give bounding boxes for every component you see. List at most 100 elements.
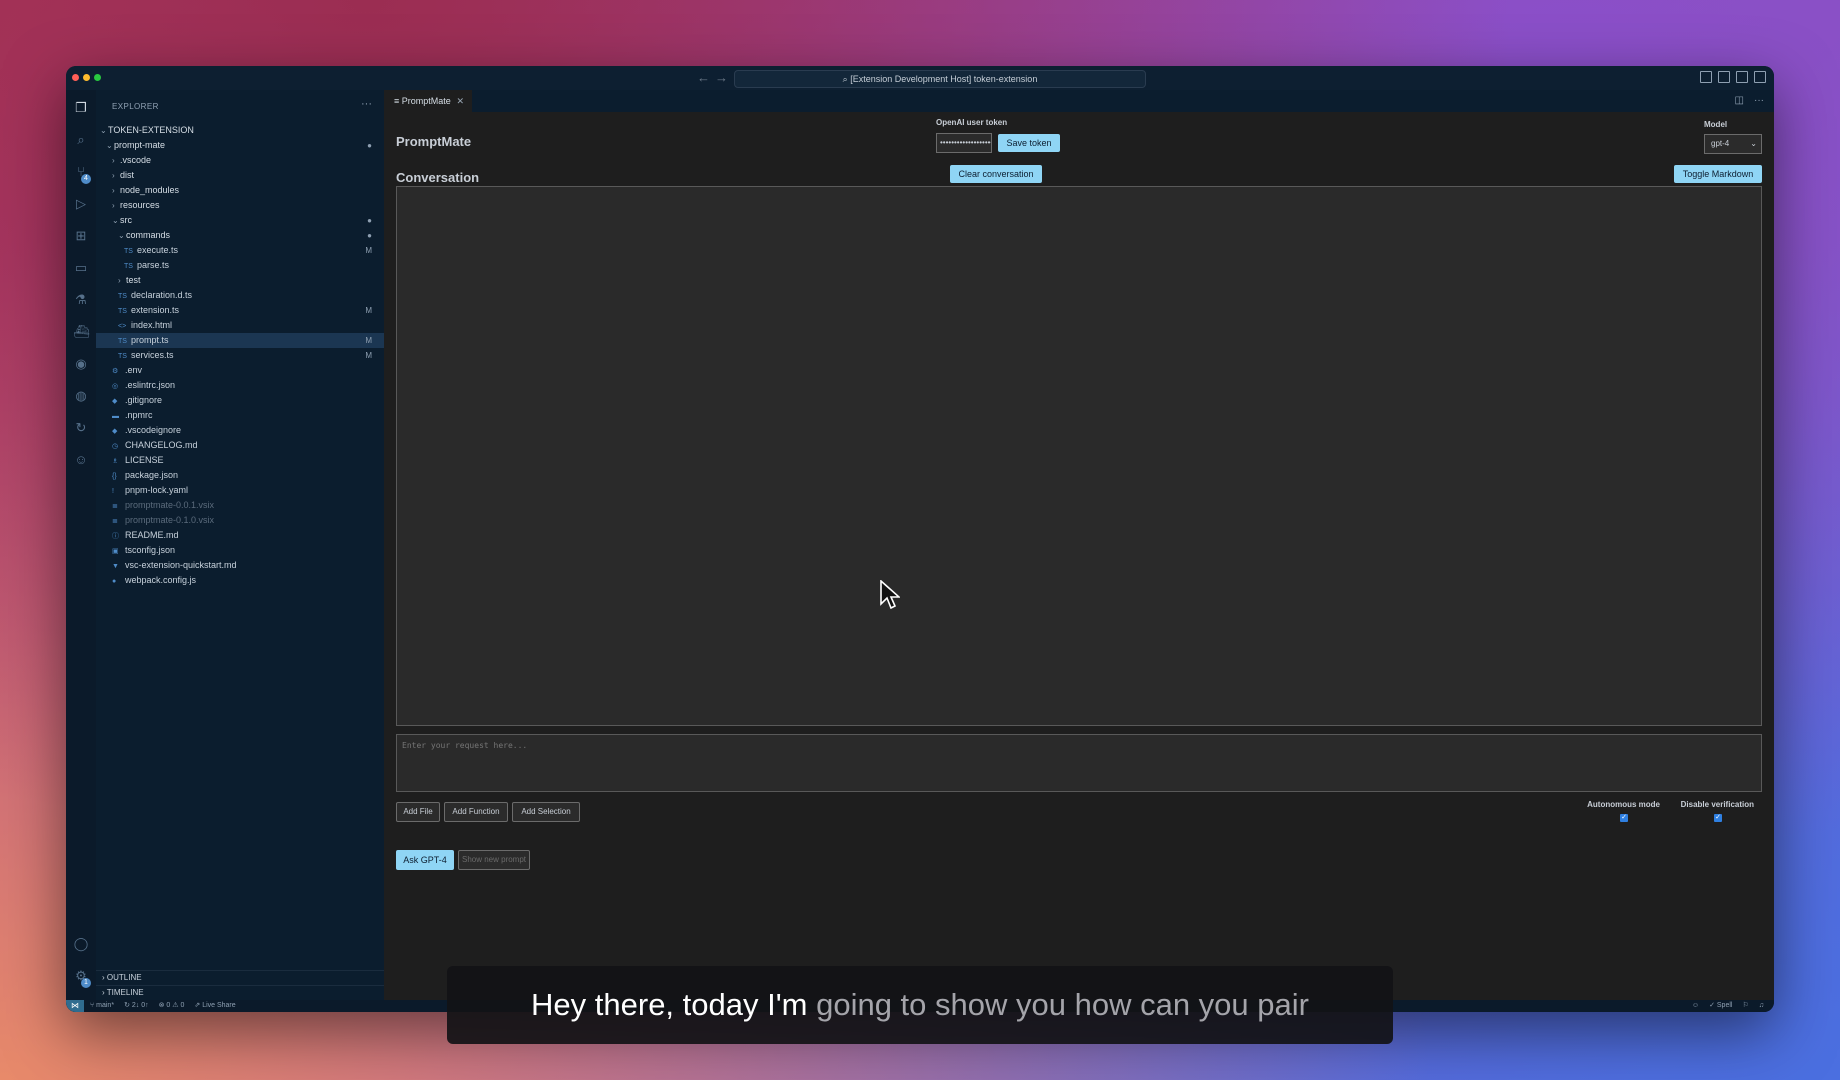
tree-file[interactable]: ⚙ .env <box>96 363 384 378</box>
timeline-section[interactable]: › TIMELINE <box>96 985 384 999</box>
spell-status[interactable]: ✓ Spell <box>1709 1000 1732 1012</box>
files-icon[interactable]: ❐ <box>73 100 89 116</box>
command-center-search[interactable]: ⌕ [Extension Development Host] token-ext… <box>734 70 1146 88</box>
tree-folder[interactable]: ⌄src ● <box>96 213 384 228</box>
tree-file[interactable]: TS execute.ts M <box>96 243 384 258</box>
tree-folder[interactable]: › .vscode <box>96 153 384 168</box>
tree-file[interactable]: TS prompt.ts M <box>96 333 384 348</box>
file-type-icon: TS <box>118 338 127 345</box>
tree-folder[interactable]: › resources <box>96 198 384 213</box>
run-debug-icon[interactable]: ▷ <box>73 196 89 212</box>
forward-arrow-icon[interactable]: → <box>715 70 728 85</box>
layout-controls <box>1700 71 1766 83</box>
tree-file[interactable]: ● webpack.config.js <box>96 573 384 588</box>
tree-file[interactable]: ◆ .gitignore <box>96 393 384 408</box>
workspace-root[interactable]: ⌄TOKEN-EXTENSION <box>96 123 384 138</box>
tree-item-label: .vscode <box>120 155 152 165</box>
toggle-secondary-sidebar-icon[interactable] <box>1736 71 1748 83</box>
tab-promptmate[interactable]: ≡ PromptMate ✕ <box>384 90 472 112</box>
tree-file[interactable]: <> index.html <box>96 318 384 333</box>
add-function-button[interactable]: Add Function <box>444 802 508 822</box>
feedback-icon[interactable]: ⚐ <box>1742 1000 1748 1012</box>
remote-indicator-icon[interactable]: ⋈ <box>66 1000 84 1012</box>
github-icon[interactable]: ◍ <box>73 388 89 404</box>
model-select[interactable]: gpt-4 ⌄ <box>1704 134 1762 154</box>
tree-folder[interactable]: › test <box>96 273 384 288</box>
chevron-right-icon: › <box>112 171 115 180</box>
tree-file[interactable]: ◆ .vscodeignore <box>96 423 384 438</box>
toggle-markdown-button[interactable]: Toggle Markdown <box>1674 165 1762 183</box>
show-new-prompt-button[interactable]: Show new prompt <box>458 850 530 870</box>
extensions-icon[interactable]: ⊞ <box>73 228 89 244</box>
branch-status[interactable]: ⑂ main* <box>90 1000 114 1012</box>
disable-verification-checkbox[interactable]: ✓ <box>1714 814 1722 822</box>
tree-file[interactable]: ▬ .npmrc <box>96 408 384 423</box>
request-input[interactable] <box>396 734 1762 792</box>
account-icon[interactable]: ◯ <box>73 936 89 952</box>
testing-flask-icon[interactable]: ⚗ <box>73 292 89 308</box>
live-share-icon[interactable]: ↻ <box>73 420 89 436</box>
add-selection-button[interactable]: Add Selection <box>512 802 580 822</box>
file-type-icon: ▬ <box>112 413 119 420</box>
tree-folder[interactable]: › node_modules <box>96 183 384 198</box>
copilot-status-icon[interactable]: ☺ <box>1692 1000 1699 1012</box>
tree-file[interactable]: ◎ .eslintrc.json <box>96 378 384 393</box>
tree-folder[interactable]: ⌄commands ● <box>96 228 384 243</box>
preview-icon: ≡ <box>394 96 402 106</box>
tree-file[interactable]: TS declaration.d.ts <box>96 288 384 303</box>
split-editor-icon[interactable]: ◫ <box>1735 95 1744 106</box>
add-file-button[interactable]: Add File <box>396 802 440 822</box>
problems-status[interactable]: ⊗ 0 ⚠ 0 <box>159 1000 185 1012</box>
tree-item-label: tsconfig.json <box>125 545 176 555</box>
minimize-window-button[interactable] <box>83 74 90 81</box>
tree-file[interactable]: ♗ LICENSE <box>96 453 384 468</box>
search-icon[interactable]: ⌕ <box>73 132 89 148</box>
toggle-primary-sidebar-icon[interactable] <box>1700 71 1712 83</box>
file-type-icon: ≣ <box>112 503 118 510</box>
autonomous-mode-checkbox[interactable]: ✓ <box>1620 814 1628 822</box>
sync-status[interactable]: ↻ 2↓ 0↑ <box>124 1000 149 1012</box>
tree-item-label: README.md <box>125 530 179 540</box>
tree-file[interactable]: ⓘ README.md <box>96 528 384 543</box>
tree-item-label: node_modules <box>120 185 180 195</box>
toggle-panel-icon[interactable] <box>1718 71 1730 83</box>
tree-file[interactable]: TS parse.ts <box>96 258 384 273</box>
save-token-button[interactable]: Save token <box>998 134 1060 152</box>
file-type-icon: TS <box>124 263 133 270</box>
close-window-button[interactable] <box>72 74 79 81</box>
more-actions-icon[interactable]: ··· <box>361 98 372 110</box>
tree-folder[interactable]: ⌄prompt-mate ● <box>96 138 384 153</box>
tree-item-label: .vscodeignore <box>125 425 182 435</box>
tree-file[interactable]: ≣ promptmate-0.1.0.vsix <box>96 513 384 528</box>
more-actions-icon[interactable]: ··· <box>1754 95 1764 106</box>
copilot-icon[interactable]: ☺ <box>73 452 89 468</box>
tree-file[interactable]: ≣ promptmate-0.0.1.vsix <box>96 498 384 513</box>
remote-explorer-icon[interactable]: ▭ <box>73 260 89 276</box>
customize-layout-icon[interactable] <box>1754 71 1766 83</box>
tree-file[interactable]: TS services.ts M <box>96 348 384 363</box>
tree-folder[interactable]: › dist <box>96 168 384 183</box>
docker-icon[interactable]: ⛴ <box>73 324 90 340</box>
git-status-badge: M <box>365 336 372 345</box>
bell-icon[interactable]: ♫ <box>1759 1000 1764 1012</box>
tree-file[interactable]: TS extension.ts M <box>96 303 384 318</box>
file-type-icon: ⚙ <box>112 368 119 375</box>
outline-section[interactable]: › OUTLINE <box>96 970 384 984</box>
tree-item-label: parse.ts <box>137 260 170 270</box>
back-arrow-icon[interactable]: ← <box>697 70 710 85</box>
tree-item-label: CHANGELOG.md <box>125 440 198 450</box>
file-type-icon: ◎ <box>112 383 119 390</box>
clear-conversation-button[interactable]: Clear conversation <box>950 165 1042 183</box>
tree-file[interactable]: {} package.json <box>96 468 384 483</box>
tree-file[interactable]: ▼ vsc-extension-quickstart.md <box>96 558 384 573</box>
ask-gpt4-button[interactable]: Ask GPT-4 <box>396 850 454 870</box>
tree-file[interactable]: ◷ CHANGELOG.md <box>96 438 384 453</box>
zoom-window-button[interactable] <box>94 74 101 81</box>
conversation-area[interactable] <box>396 186 1762 726</box>
live-share-status[interactable]: ⇗ Live Share <box>194 1000 235 1012</box>
token-input[interactable]: •••••••••••••••••••••• <box>936 133 992 153</box>
tree-file[interactable]: ! pnpm-lock.yaml <box>96 483 384 498</box>
timeline-icon[interactable]: ◉ <box>73 356 89 372</box>
tree-file[interactable]: ▣ tsconfig.json <box>96 543 384 558</box>
close-tab-icon[interactable]: ✕ <box>456 90 464 112</box>
